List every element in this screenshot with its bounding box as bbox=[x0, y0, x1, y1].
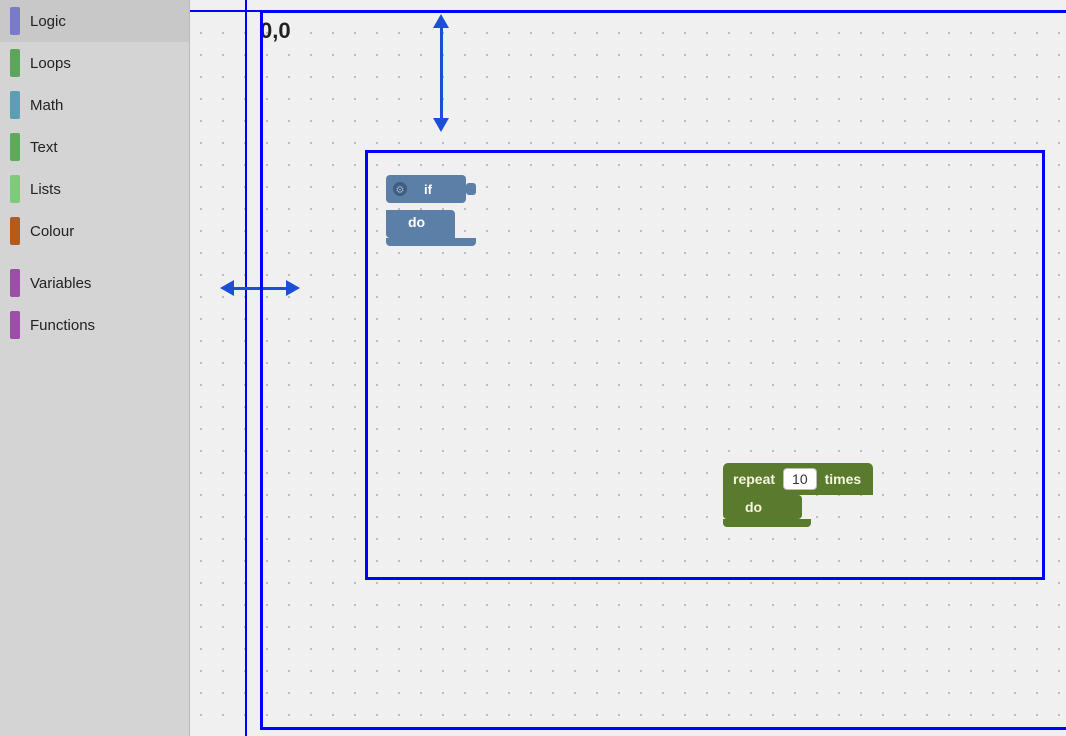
sidebar-label-variables: Variables bbox=[30, 275, 91, 292]
sidebar-label-math: Math bbox=[30, 97, 63, 114]
lists-color bbox=[10, 175, 20, 203]
sidebar-item-text[interactable]: Text bbox=[0, 126, 189, 168]
if-block[interactable]: ⚙ if do bbox=[386, 175, 486, 246]
text-color bbox=[10, 133, 20, 161]
logic-color bbox=[10, 7, 20, 35]
arrowhead-left-icon bbox=[220, 280, 234, 296]
sidebar-label-loops: Loops bbox=[30, 55, 71, 72]
repeat-do-label: do bbox=[737, 495, 802, 519]
sidebar-item-loops[interactable]: Loops bbox=[0, 42, 189, 84]
variables-color bbox=[10, 269, 20, 297]
workspace: 0,0 ⚙ if do bbox=[190, 0, 1066, 736]
math-color bbox=[10, 91, 20, 119]
functions-color bbox=[10, 311, 20, 339]
sidebar-item-colour[interactable]: Colour bbox=[0, 210, 189, 252]
repeat-label: repeat bbox=[733, 471, 775, 487]
sidebar-label-functions: Functions bbox=[30, 317, 95, 334]
sidebar-label-colour: Colour bbox=[30, 223, 74, 240]
svg-text:⚙: ⚙ bbox=[396, 185, 405, 196]
if-do-label: do bbox=[400, 210, 455, 238]
sidebar-label-lists: Lists bbox=[30, 181, 61, 198]
repeat-block-top: repeat 10 times bbox=[723, 463, 873, 495]
sidebar-item-logic[interactable]: Logic bbox=[0, 0, 189, 42]
repeat-do-row: do bbox=[723, 495, 873, 519]
if-block-top: ⚙ if bbox=[386, 175, 486, 205]
repeat-bottom-cap bbox=[723, 519, 811, 527]
colour-color bbox=[10, 217, 20, 245]
sidebar-item-lists[interactable]: Lists bbox=[0, 168, 189, 210]
sidebar-label-text: Text bbox=[30, 139, 58, 156]
repeat-left-bar bbox=[723, 495, 737, 519]
repeat-block[interactable]: repeat 10 times do bbox=[723, 463, 873, 527]
vertical-guideline bbox=[245, 0, 247, 736]
repeat-count[interactable]: 10 bbox=[783, 468, 817, 490]
sidebar-item-variables[interactable]: Variables bbox=[0, 262, 189, 304]
times-label: times bbox=[825, 471, 862, 487]
sidebar-item-functions[interactable]: Functions bbox=[0, 304, 189, 346]
sidebar-label-logic: Logic bbox=[30, 13, 66, 30]
sidebar-item-math[interactable]: Math bbox=[0, 84, 189, 126]
sidebar: Logic Loops Math Text Lists Colour Varia… bbox=[0, 0, 190, 736]
loops-color bbox=[10, 49, 20, 77]
svg-text:if: if bbox=[424, 182, 433, 197]
